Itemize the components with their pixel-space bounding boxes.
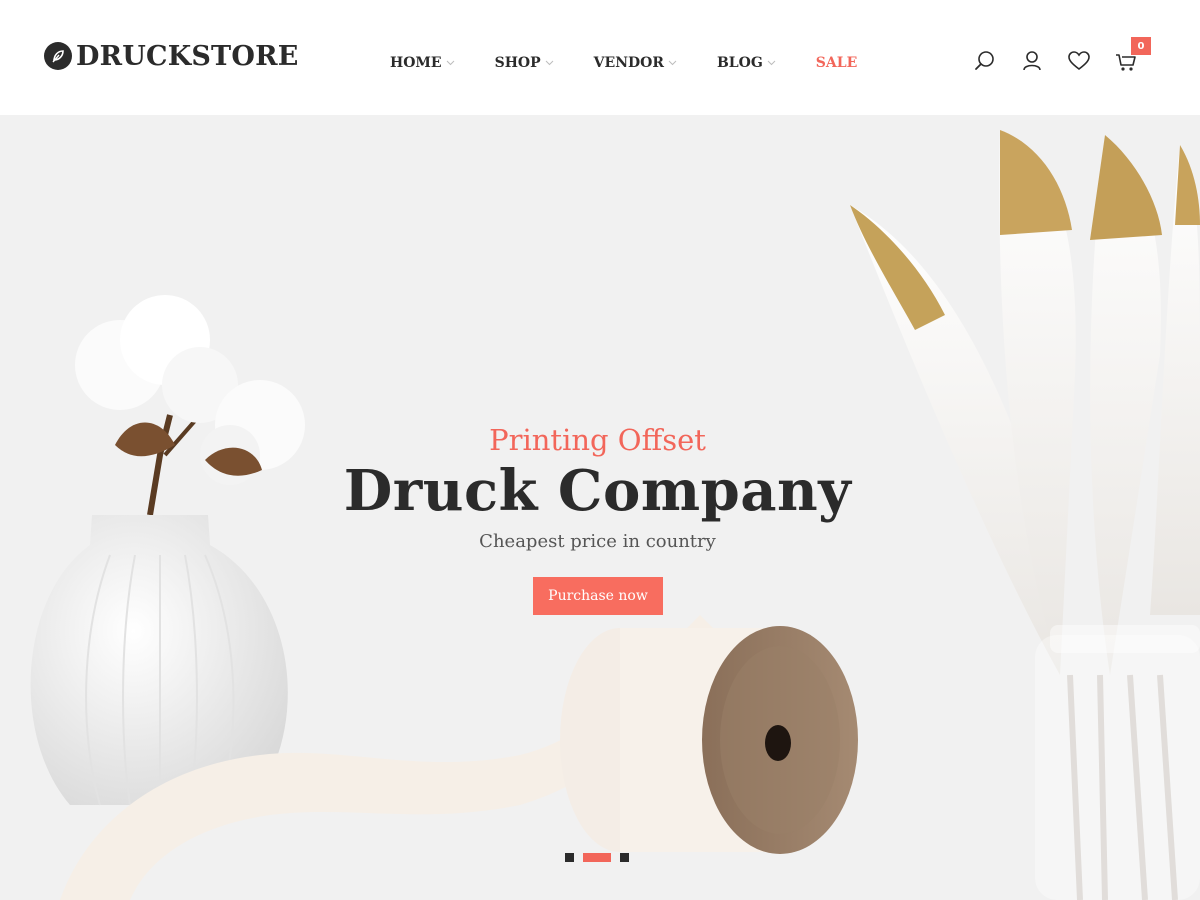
slider-dot-1[interactable] (565, 852, 574, 862)
nav-item-label: SALE (815, 55, 858, 71)
main-nav: HOME SHOP VENDOR BLOG SALE (390, 52, 897, 74)
hero-tagline: Cheapest price in country (479, 531, 716, 552)
nav-item-blog[interactable]: BLOG (717, 55, 776, 71)
chevron-down-icon (767, 60, 776, 66)
heart-icon[interactable] (1066, 48, 1092, 74)
hero-subtitle: Printing Offset (489, 423, 706, 457)
nav-item-label: BLOG (716, 55, 763, 71)
brand-logo[interactable]: DRUCKSTORE (44, 38, 298, 74)
nav-item-shop[interactable]: SHOP (495, 55, 554, 71)
slider-pagination (565, 852, 629, 862)
purchase-now-button[interactable]: Purchase now (533, 577, 663, 615)
slider-dot-2[interactable] (583, 852, 611, 862)
brand-name: DRUCKSTORE (76, 40, 299, 72)
leaf-icon (44, 42, 72, 70)
hero-title: Druck Company (343, 458, 852, 524)
cart-count-badge: 0 (1131, 37, 1151, 55)
chevron-down-icon (446, 60, 454, 66)
chevron-down-icon (545, 60, 554, 66)
nav-item-label: SHOP (494, 55, 541, 71)
slider-dot-3[interactable] (620, 852, 629, 862)
chevron-down-icon (668, 60, 677, 66)
user-icon[interactable] (1019, 48, 1045, 74)
site-header: DRUCKSTORE HOME SHOP VENDOR BLOG SALE 0 (0, 0, 1200, 115)
hero-slider: Printing Offset Druck Company Cheapest p… (0, 115, 1200, 900)
nav-item-sale[interactable]: SALE (816, 55, 858, 71)
nav-item-vendor[interactable]: VENDOR (594, 55, 677, 71)
nav-item-label: HOME (390, 55, 442, 71)
nav-item-home[interactable]: HOME (390, 55, 455, 71)
search-icon[interactable] (972, 48, 998, 74)
nav-item-label: VENDOR (593, 55, 664, 71)
